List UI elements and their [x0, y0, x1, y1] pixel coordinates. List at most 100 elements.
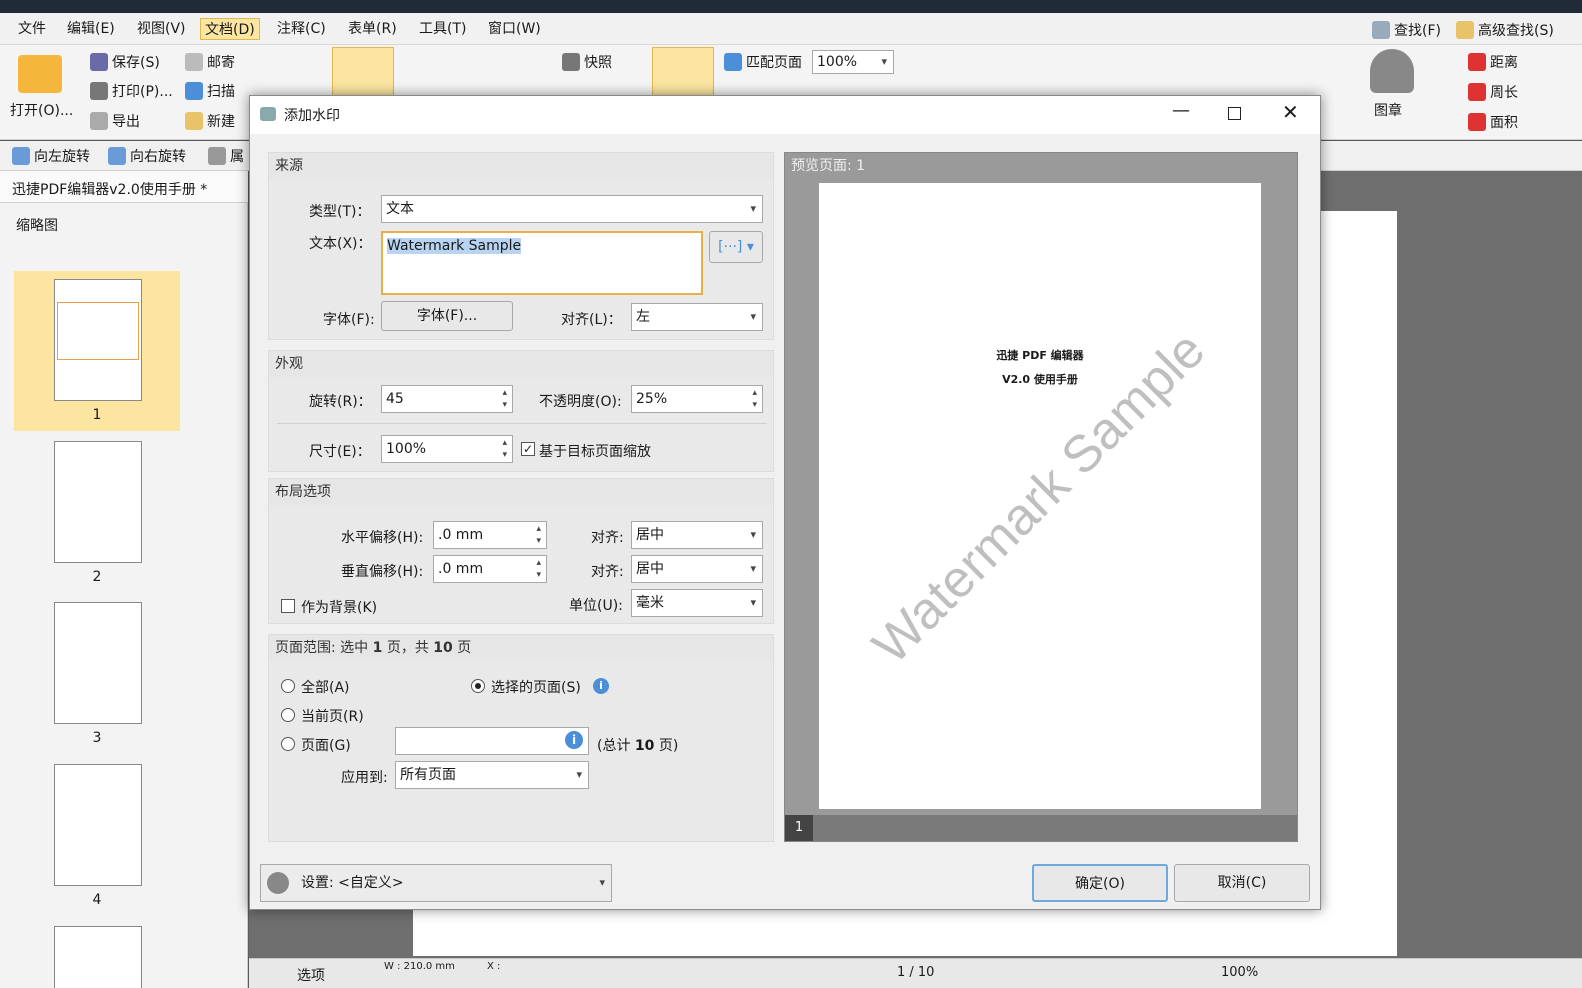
- scale-label: 基于目标页面缩放: [539, 444, 651, 460]
- hand-tool-button[interactable]: [332, 47, 394, 97]
- status-bar: 选项 W : 210.0 mm X : 1 / 10 100%: [249, 958, 1582, 988]
- preview-page-number[interactable]: 1: [785, 815, 813, 841]
- menu-comment[interactable]: 注释(C): [273, 18, 330, 40]
- scan-icon: [185, 82, 203, 100]
- thumbnail-number: 1: [92, 407, 102, 423]
- thumbnail-page-2[interactable]: [54, 441, 142, 563]
- gear-icon: [267, 872, 289, 894]
- source-heading: 来源: [269, 153, 773, 179]
- perimeter-button[interactable]: 周长: [1468, 82, 1518, 102]
- rotate-spinner[interactable]: 45: [381, 385, 513, 413]
- dialog-title: 添加水印: [284, 108, 340, 124]
- dialog-icon: [260, 107, 276, 121]
- unit-label: 单位(U):: [569, 598, 623, 614]
- mail-button[interactable]: 邮寄: [185, 52, 235, 72]
- menu-view[interactable]: 视图(V): [133, 18, 190, 40]
- thumbnail-page-5[interactable]: [54, 926, 142, 988]
- info-icon[interactable]: i: [593, 678, 609, 694]
- stamp-button[interactable]: 图章: [1374, 100, 1402, 120]
- page-range-input[interactable]: [395, 727, 589, 755]
- distance-icon: [1468, 53, 1486, 71]
- cancel-button[interactable]: 取消(C): [1174, 864, 1310, 902]
- ok-button[interactable]: 确定(O): [1032, 864, 1168, 902]
- apply-to-select[interactable]: 所有页面: [395, 761, 589, 789]
- thumbnails-title: 缩略图: [16, 218, 58, 234]
- camera-icon: [562, 53, 580, 71]
- minimize-icon[interactable]: —: [1172, 100, 1190, 121]
- layout-section: 布局选项 水平偏移(H): .0 mm 对齐: 居中 垂直偏移(H): .0 m…: [268, 478, 774, 624]
- print-icon: [90, 82, 108, 100]
- watermark-text-input[interactable]: Watermark Sample: [381, 231, 703, 295]
- radio-pages[interactable]: [281, 737, 295, 751]
- save-icon: [90, 53, 108, 71]
- menu-form[interactable]: 表单(R): [344, 18, 401, 40]
- open-button[interactable]: 打开(O)...: [10, 100, 73, 120]
- total-pages-text: (总计 10 页): [597, 738, 679, 754]
- page-range-heading: 页面范围: 选中 1 页，共 10 页: [269, 635, 773, 661]
- rotate-right-button[interactable]: 向右旋转: [108, 146, 186, 166]
- scale-checkbox[interactable]: ✓: [521, 442, 535, 456]
- left-panel: 迅捷PDF编辑器v2.0使用手册 * 缩略图 1 2 3 4: [0, 171, 248, 988]
- actual-size-button[interactable]: [652, 47, 714, 97]
- menu-edit[interactable]: 编辑(E): [63, 18, 119, 40]
- window-title-bar: [0, 0, 1582, 13]
- folder-search-icon: [1456, 21, 1474, 39]
- zoom-select[interactable]: 100%: [812, 50, 894, 74]
- snapshot-button[interactable]: 快照: [562, 52, 612, 72]
- size-spinner[interactable]: 100%: [381, 435, 513, 463]
- info-icon[interactable]: i: [565, 731, 583, 749]
- align-select[interactable]: 左: [631, 303, 763, 331]
- page-width: W : 210.0 mm: [384, 961, 455, 972]
- status-zoom[interactable]: 100%: [1221, 965, 1258, 980]
- unit-select[interactable]: 毫米: [631, 589, 763, 617]
- export-button[interactable]: 导出: [90, 111, 140, 131]
- thumbnail-page-1[interactable]: [54, 279, 142, 401]
- find-icon: [1372, 21, 1390, 39]
- divider: [277, 423, 767, 424]
- thumbnail-page-3[interactable]: [54, 602, 142, 724]
- dialog-title-bar: 添加水印 — ✕: [250, 96, 1320, 134]
- page-indicator[interactable]: 1 / 10: [897, 965, 934, 980]
- v-offset-spinner[interactable]: .0 mm: [433, 555, 547, 583]
- print-button[interactable]: 打印(P)...: [90, 81, 173, 101]
- rotate-left-button[interactable]: 向左旋转: [12, 146, 90, 166]
- font-button[interactable]: 字体(F)...: [381, 301, 513, 331]
- properties-icon: [208, 147, 226, 165]
- maximize-icon[interactable]: [1228, 107, 1241, 120]
- radio-selected-pages[interactable]: [471, 679, 485, 693]
- preview-page: 迅捷 PDF 编辑器 V2.0 使用手册 Watermark Sample: [819, 183, 1261, 809]
- export-icon: [90, 112, 108, 130]
- distance-button[interactable]: 距离: [1468, 52, 1518, 72]
- thumbnail-page-4[interactable]: [54, 764, 142, 886]
- menu-bar: 文件 编辑(E) 视图(V) 文档(D) 注释(C) 表单(R) 工具(T) 窗…: [0, 13, 1582, 45]
- type-select[interactable]: 文本: [381, 195, 763, 223]
- close-icon[interactable]: ✕: [1282, 100, 1299, 124]
- opacity-spinner[interactable]: 25%: [631, 385, 763, 413]
- opacity-label: 不透明度(O):: [539, 394, 622, 410]
- document-tab[interactable]: 迅捷PDF编辑器v2.0使用手册 *: [0, 171, 248, 203]
- scan-button[interactable]: 扫描: [185, 81, 235, 101]
- h-offset-label: 水平偏移(H):: [341, 530, 424, 546]
- save-button[interactable]: 保存(S): [90, 52, 160, 72]
- h-offset-spinner[interactable]: .0 mm: [433, 521, 547, 549]
- h-align-select[interactable]: 居中: [631, 521, 763, 549]
- background-checkbox[interactable]: [281, 599, 295, 613]
- radio-current[interactable]: [281, 708, 295, 722]
- radio-all[interactable]: [281, 679, 295, 693]
- advanced-find-button[interactable]: 高级查找(S): [1456, 20, 1554, 40]
- find-button[interactable]: 查找(F): [1372, 20, 1441, 40]
- fit-page-button[interactable]: 匹配页面: [724, 52, 802, 72]
- insert-macro-button[interactable]: [···] ▾: [709, 231, 763, 263]
- menu-document[interactable]: 文档(D): [200, 18, 260, 40]
- new-icon: [185, 112, 203, 130]
- properties-button[interactable]: 属: [208, 146, 244, 166]
- area-button[interactable]: 面积: [1468, 112, 1518, 132]
- new-button[interactable]: 新建: [185, 111, 235, 131]
- settings-select[interactable]: 设置: <自定义>: [260, 864, 612, 902]
- menu-window[interactable]: 窗口(W): [484, 18, 545, 40]
- menu-tools[interactable]: 工具(T): [415, 18, 470, 40]
- menu-file[interactable]: 文件: [14, 18, 50, 40]
- v-align-select[interactable]: 居中: [631, 555, 763, 583]
- options-button[interactable]: 选项: [297, 965, 325, 985]
- align-label: 对齐(L)：: [561, 312, 622, 328]
